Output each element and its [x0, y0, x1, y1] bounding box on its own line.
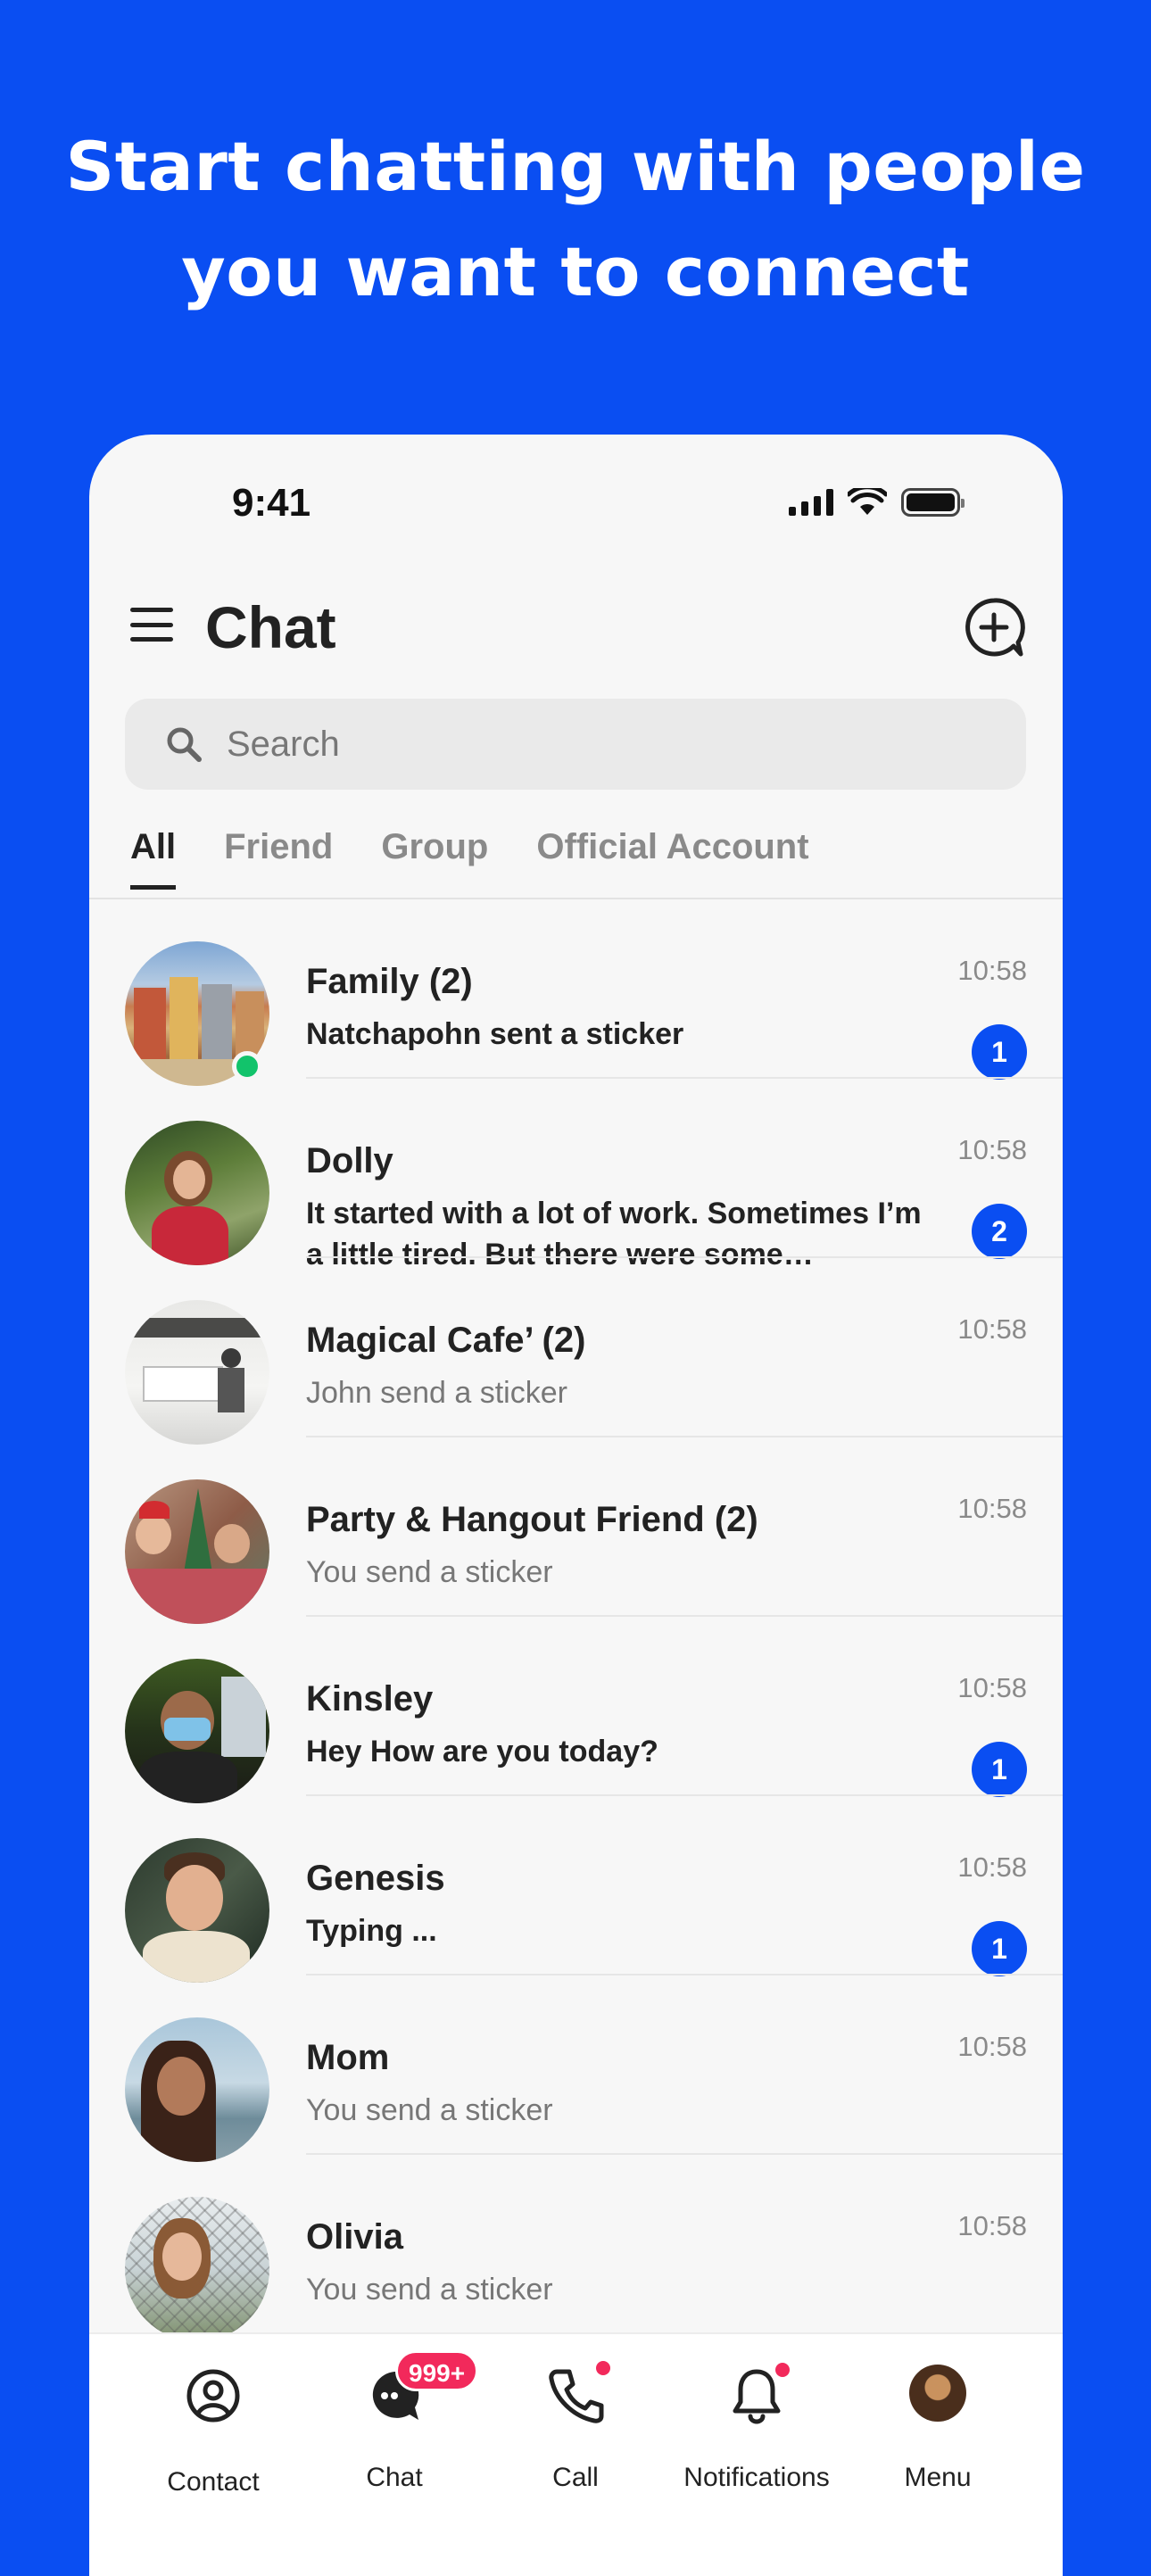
- chat-preview: You send a sticker: [306, 1555, 553, 1589]
- notification-dot: [775, 2363, 790, 2377]
- chat-time: 10:58: [957, 1672, 1027, 1703]
- phone-screen: 9:41 Chat Search All Friend Group Offici…: [89, 435, 1063, 2576]
- chat-time: 10:58: [957, 955, 1027, 986]
- chat-filter-tabs: All Friend Group Official Account: [130, 827, 809, 890]
- menu-hamburger-icon[interactable]: [130, 608, 173, 642]
- chat-row-kinsley[interactable]: Kinsley Hey How are you today? 10:58 1: [89, 1617, 1063, 1803]
- chat-name: Genesis: [306, 1859, 445, 1898]
- avatar: [125, 1659, 269, 1803]
- unread-badge: 1: [972, 1024, 1027, 1080]
- status-icons: [789, 488, 965, 517]
- chat-row-dolly[interactable]: Dolly It started with a lot of work. Som…: [89, 1079, 1063, 1271]
- nav-chat[interactable]: 999+ Chat: [305, 2350, 484, 2493]
- chat-name: Magical Cafe’ (2): [306, 1321, 586, 1360]
- chat-time: 10:58: [957, 2210, 1027, 2241]
- chat-row-genesis[interactable]: Genesis Typing ... 10:58 1: [89, 1796, 1063, 1983]
- chat-time: 10:58: [957, 2031, 1027, 2062]
- chat-row-magical-cafe[interactable]: Magical Cafe’ (2) John send a sticker 10…: [89, 1258, 1063, 1445]
- chat-preview: Natchapohn sent a sticker: [306, 1017, 684, 1051]
- chat-name: Kinsley: [306, 1679, 434, 1719]
- chat-name: Family (2): [306, 962, 473, 1001]
- chat-row-mom[interactable]: Mom You send a sticker 10:58: [89, 1975, 1063, 2162]
- tab-all[interactable]: All: [130, 827, 177, 890]
- chat-name: Olivia: [306, 2217, 403, 2257]
- nav-menu[interactable]: Menu: [849, 2365, 1027, 2493]
- online-status-dot: [232, 1051, 262, 1081]
- chat-list: Family (2) Natchapohn sent a sticker 10:…: [89, 899, 1063, 2341]
- nav-menu-label: Menu: [904, 2463, 972, 2492]
- search-input[interactable]: Search: [125, 699, 1026, 790]
- avatar: [125, 1838, 269, 1983]
- avatar: [125, 1300, 269, 1445]
- avatar: [125, 1479, 269, 1624]
- page-title: Chat: [205, 594, 336, 660]
- chat-preview: Typing ...: [306, 1914, 437, 1948]
- chat-preview: You send a sticker: [306, 2093, 553, 2127]
- battery-icon: [901, 488, 965, 517]
- chat-time: 10:58: [957, 1134, 1027, 1165]
- chat-name: Mom: [306, 2038, 390, 2077]
- chat-row-olivia[interactable]: Olivia You send a sticker 10:58: [89, 2155, 1063, 2341]
- chat-time: 10:58: [957, 1851, 1027, 1883]
- chat-time: 10:58: [957, 1313, 1027, 1345]
- signal-icon: [789, 489, 833, 516]
- avatar: [125, 1121, 269, 1265]
- nav-contact-label: Contact: [167, 2467, 260, 2497]
- unread-badge: 1: [972, 1921, 1027, 1976]
- chat-time: 10:58: [957, 1493, 1027, 1524]
- headline-line-2: you want to connect: [181, 232, 970, 311]
- nav-notifications-label: Notifications: [683, 2463, 830, 2492]
- bottom-navigation: Contact 999+ Chat Call Notifications Men…: [89, 2332, 1063, 2576]
- phone-icon: [549, 2369, 604, 2423]
- wifi-icon: [848, 488, 887, 515]
- nav-call[interactable]: Call: [486, 2361, 665, 2493]
- chat-preview: John send a sticker: [306, 1376, 567, 1410]
- contact-icon: [186, 2369, 240, 2423]
- call-notification-dot: [596, 2361, 610, 2375]
- chat-preview: Hey How are you today?: [306, 1735, 658, 1768]
- chat-name: Dolly: [306, 1141, 393, 1180]
- chat-name: Party & Hangout Friend (2): [306, 1500, 758, 1539]
- nav-contact[interactable]: Contact: [124, 2365, 302, 2497]
- headline-line-1: Start chatting with people: [65, 127, 1086, 206]
- profile-avatar: [909, 2365, 966, 2422]
- chat-count-badge: 999+: [395, 2350, 479, 2391]
- tab-friend[interactable]: Friend: [224, 827, 333, 890]
- chat-preview: You send a sticker: [306, 2273, 553, 2307]
- nav-chat-label: Chat: [366, 2463, 423, 2492]
- search-placeholder: Search: [227, 724, 340, 764]
- nav-call-label: Call: [552, 2463, 599, 2492]
- unread-badge: 1: [972, 1742, 1027, 1797]
- avatar: [125, 2197, 269, 2341]
- tab-group[interactable]: Group: [381, 827, 488, 890]
- unread-badge: 2: [972, 1204, 1027, 1259]
- status-time: 9:41: [232, 481, 311, 525]
- search-icon: [167, 727, 202, 762]
- promo-headline: Start chatting with people you want to c…: [0, 114, 1151, 325]
- chat-row-party-hangout[interactable]: Party & Hangout Friend (2) You send a st…: [89, 1437, 1063, 1624]
- new-chat-icon[interactable]: [962, 595, 1026, 659]
- avatar: [125, 2017, 269, 2162]
- nav-notifications[interactable]: Notifications: [667, 2363, 846, 2493]
- chat-row-family[interactable]: Family (2) Natchapohn sent a sticker 10:…: [89, 899, 1063, 1086]
- tab-official-account[interactable]: Official Account: [536, 827, 808, 890]
